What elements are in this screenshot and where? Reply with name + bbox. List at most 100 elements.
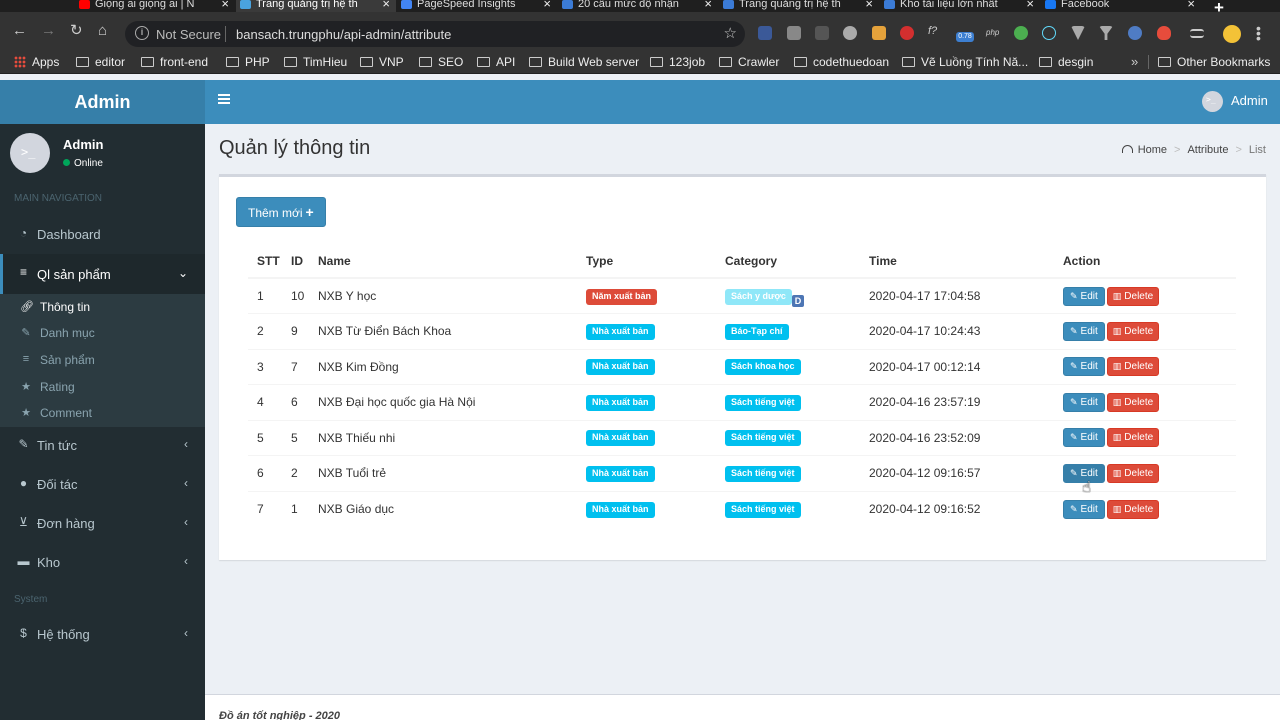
sidebar-item-ql-san-pham[interactable]: ≡ Ql sản phẩm ⌄ — [0, 254, 205, 294]
delete-button[interactable]: ▥ Delete — [1106, 286, 1160, 306]
bookmark-folder[interactable]: codethuedoan — [794, 55, 889, 69]
forward-arrow-icon[interactable]: → — [41, 22, 56, 40]
delete-button[interactable]: ▥ Delete — [1106, 357, 1160, 377]
back-arrow-icon[interactable]: ← — [12, 22, 27, 40]
sidebar-item-don-hang[interactable]: ⊻ Đơn hàng ‹ — [0, 504, 205, 542]
bookmark-folder[interactable]: PHP — [226, 55, 270, 69]
edit-button[interactable]: ✎ Edit — [1063, 499, 1105, 519]
close-tab-icon[interactable]: × — [1026, 0, 1034, 10]
facebook-icon — [1045, 0, 1056, 9]
sidebar: Admin Online MAIN NAVIGATION ◔ Dashboard… — [0, 124, 205, 720]
bookmark-folder[interactable]: 123job — [650, 55, 705, 69]
trash-icon: ▥ — [1112, 503, 1122, 514]
funnel-icon[interactable] — [1099, 26, 1113, 40]
menu-dots-icon[interactable]: • • • — [1256, 21, 1261, 45]
delete-button[interactable]: ▥ Delete — [1106, 463, 1160, 483]
speed-icon[interactable]: 0.78 — [956, 32, 974, 42]
cart-icon: ⊻ — [19, 515, 28, 529]
bookmark-other[interactable]: Other Bookmarks — [1158, 55, 1270, 69]
browser-tab[interactable]: 20 câu mức độ nhận × — [558, 0, 718, 12]
profile-avatar-icon[interactable] — [1223, 25, 1241, 43]
address-bar[interactable]: i Not Secure bansach.trungphu/api-admin/… — [125, 21, 745, 47]
breadcrumb-home[interactable]: Home — [1138, 144, 1167, 156]
add-new-button[interactable]: Thêm mới + — [236, 197, 326, 227]
submenu-item-thong-tin[interactable]: 🔗︎ Thông tin — [0, 294, 205, 320]
sidebar-item-he-thong[interactable]: $ Hệ thống ‹ — [0, 615, 205, 653]
trash-icon: ▥ — [1112, 396, 1122, 407]
browser-tab[interactable]: PageSpeed Insights × — [397, 0, 557, 12]
submenu-item-comment[interactable]: ★ Comment — [0, 400, 205, 426]
breadcrumb-attribute[interactable]: Attribute — [1187, 144, 1228, 156]
reload-icon[interactable]: ↻ — [70, 22, 83, 40]
sidebar-item-dashboard[interactable]: ◔ Dashboard — [0, 215, 205, 253]
seo-icon[interactable] — [872, 26, 886, 40]
php-icon[interactable]: php — [986, 28, 999, 37]
edit-button[interactable]: ✎ Edit — [1063, 392, 1105, 412]
bookmark-folder[interactable]: Crawler — [719, 55, 779, 69]
submenu-item-danh-muc[interactable]: ✎ Danh mục — [0, 320, 205, 346]
close-tab-icon[interactable]: × — [543, 0, 551, 10]
folder-icon — [1039, 57, 1052, 67]
avatar — [10, 133, 50, 173]
edit-button[interactable]: ✎ Edit — [1063, 321, 1105, 341]
submenu-item-san-pham[interactable]: ≡ Sản phẩm — [0, 347, 205, 373]
camera-icon[interactable] — [787, 26, 801, 40]
fire-icon[interactable] — [1157, 26, 1171, 40]
delete-button[interactable]: ▥ Delete — [1106, 428, 1160, 448]
delete-button[interactable]: ▥ Delete — [1106, 499, 1160, 519]
react-icon[interactable] — [1042, 26, 1056, 40]
bookmark-folder[interactable]: desgin — [1039, 55, 1093, 69]
pencil-icon: ✎ — [1070, 432, 1078, 443]
circle-icon[interactable] — [1128, 26, 1142, 40]
queue-icon[interactable] — [1190, 29, 1204, 38]
logo[interactable]: Admin — [0, 80, 205, 124]
bookmark-folder[interactable]: API — [477, 55, 515, 69]
leaf-icon[interactable] — [1014, 26, 1028, 40]
column-header-stt: STT — [248, 245, 282, 279]
url-text[interactable]: bansach.trungphu/api-admin/attribute — [236, 27, 451, 42]
stop-icon[interactable] — [900, 26, 914, 40]
edit-button[interactable]: ✎ Edit — [1063, 428, 1105, 448]
browser-tab-active[interactable]: Trang quảng trị hệ th × — [236, 0, 396, 12]
fx-icon[interactable]: f? — [928, 25, 937, 37]
close-tab-icon[interactable]: × — [1187, 0, 1195, 10]
close-tab-icon[interactable]: × — [865, 0, 873, 10]
browser-tab[interactable]: Giọng ai giọng ai | N × — [75, 0, 235, 12]
sidebar-item-doi-tac[interactable]: ● Đối tác ‹ — [0, 465, 205, 503]
sidebar-item-kho[interactable]: ▬ Kho ‹ — [0, 543, 205, 581]
new-tab-button[interactable]: + — [1214, 0, 1224, 12]
gear-icon[interactable] — [843, 26, 857, 40]
browser-tab[interactable]: Kho tài liệu lớn nhất × — [880, 0, 1040, 12]
folder-icon — [794, 57, 807, 67]
bookmark-folder[interactable]: VNP — [360, 55, 404, 69]
bookmark-apps[interactable]: Apps — [14, 55, 59, 69]
d-icon[interactable] — [758, 26, 772, 40]
browser-tab-title: Trang quảng trị hệ th — [739, 0, 841, 10]
edit-button[interactable]: ✎ Edit — [1063, 357, 1105, 377]
bookmark-folder[interactable]: TimHieu — [284, 55, 347, 69]
sidebar-toggle-icon[interactable] — [218, 94, 230, 104]
close-tab-icon[interactable]: × — [704, 0, 712, 10]
bookmark-folder[interactable]: SEO — [419, 55, 463, 69]
edit-button[interactable]: ✎ Edit — [1063, 286, 1105, 306]
browser-tab[interactable]: Trang quảng trị hệ th × — [719, 0, 879, 12]
bookmark-folder[interactable]: Vẽ Luồng Tính Nă... — [902, 55, 1028, 69]
info-icon[interactable]: i — [135, 26, 149, 40]
user-menu[interactable]: Admin — [1202, 91, 1268, 112]
bookmark-folder[interactable]: editor — [76, 55, 125, 69]
bookmarks-overflow-button[interactable]: » — [1131, 54, 1138, 69]
bookmark-folder[interactable]: front-end — [141, 55, 208, 69]
submenu-item-rating[interactable]: ★ Rating — [0, 374, 205, 400]
close-tab-icon[interactable]: × — [382, 0, 390, 10]
bookmark-star-icon[interactable]: ☆ — [724, 24, 737, 42]
close-tab-icon[interactable]: × — [221, 0, 229, 10]
delete-button[interactable]: ▥ Delete — [1106, 392, 1160, 412]
recycle-icon[interactable] — [815, 26, 829, 40]
bookmark-folder[interactable]: Build Web server — [529, 55, 639, 69]
home-icon[interactable]: ⌂ — [98, 22, 107, 40]
sidebar-item-tin-tuc[interactable]: ✎ Tin tức ‹ — [0, 426, 205, 464]
browser-tab[interactable]: Facebook × — [1041, 0, 1201, 12]
vue-icon[interactable] — [1071, 26, 1085, 40]
delete-button[interactable]: ▥ Delete — [1106, 321, 1160, 341]
category-badge: Sách tiếng việt — [725, 465, 801, 482]
